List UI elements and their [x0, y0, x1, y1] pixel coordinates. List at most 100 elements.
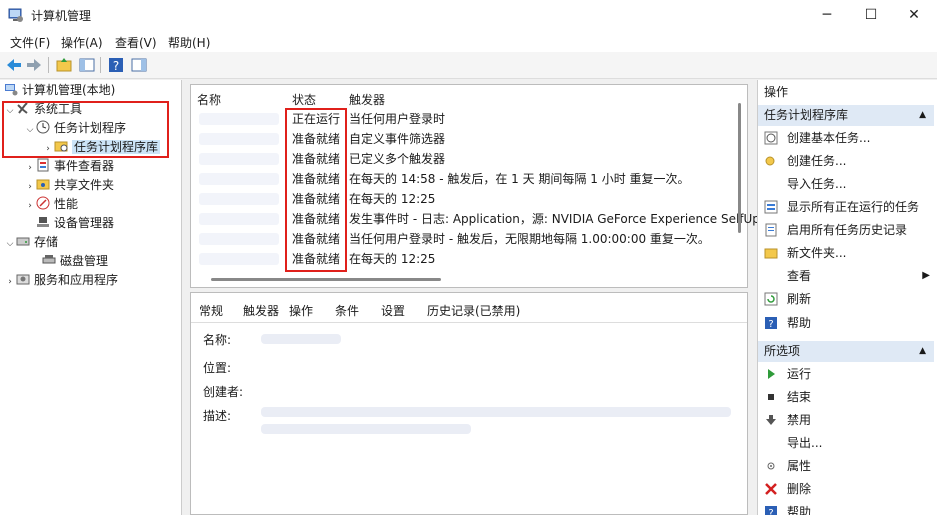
action-create-basic-task[interactable]: 创建基本任务...	[758, 128, 934, 148]
show-action-pane-icon[interactable]	[130, 56, 148, 74]
menu-bar: 文件(F) 操作(A) 查看(V) 帮助(H)	[0, 30, 937, 52]
minimize-button[interactable]: ─	[804, 0, 850, 30]
delete-icon	[765, 483, 777, 495]
forward-arrow-icon[interactable]	[25, 56, 43, 74]
action-help-selected[interactable]: ? 帮助	[758, 502, 934, 515]
stop-icon	[768, 394, 774, 400]
name-label: 名称:	[203, 333, 232, 347]
event-viewer-icon	[37, 158, 49, 172]
refresh-icon	[764, 292, 778, 306]
back-arrow-icon[interactable]	[5, 56, 23, 74]
action-delete[interactable]: 删除	[758, 479, 934, 499]
device-manager-icon	[37, 217, 49, 227]
run-icon	[768, 369, 775, 379]
svg-text:?: ?	[768, 319, 773, 330]
disk-icon	[42, 255, 56, 264]
computer-management-icon	[5, 84, 18, 96]
tree-item-shared-folders[interactable]: › 共享文件夹	[24, 176, 114, 195]
action-end[interactable]: 结束	[758, 387, 934, 407]
navigation-tree: 计算机管理(本地) ⌵ 系统工具 ⌵ 任务计划程序 › 任务计划程序库 › 事件查看器 …	[0, 80, 182, 515]
action-import-task[interactable]: 导入任务...	[758, 174, 934, 194]
section-task-library[interactable]: 任务计划程序库 ▲	[758, 105, 934, 126]
blurred-name	[199, 233, 279, 245]
blurred-value	[261, 407, 731, 417]
tab-settings[interactable]: 设置	[381, 302, 405, 319]
tab-conditions[interactable]: 条件	[335, 302, 359, 319]
history-icon	[765, 223, 777, 237]
tab-actions[interactable]: 操作	[289, 302, 313, 319]
performance-icon	[36, 196, 50, 210]
location-label: 位置:	[203, 361, 232, 375]
show-hide-tree-icon[interactable]	[78, 56, 96, 74]
tree-item-storage[interactable]: ⌵ 存储	[4, 233, 58, 252]
actions-pane: 操作 任务计划程序库 ▲ 创建基本任务... 创建任务... 导入任务... 显示…	[757, 80, 937, 515]
tab-history[interactable]: 历史记录(已禁用)	[427, 302, 520, 319]
action-show-running[interactable]: 显示所有正在运行的任务	[758, 197, 934, 217]
action-disable[interactable]: 禁用	[758, 410, 934, 430]
column-header-status[interactable]: 状态	[292, 91, 316, 108]
task-list: 名称 状态 触发器 正在运行 当任何用户登录时 准备就绪 自定义事件筛选器 准备就绪…	[190, 84, 760, 288]
action-run[interactable]: 运行	[758, 364, 934, 384]
blurred-name	[199, 113, 279, 125]
blurred-name	[199, 173, 279, 185]
collapse-icon[interactable]: ▲	[919, 341, 926, 362]
tab-triggers[interactable]: 触发器	[243, 302, 279, 319]
services-icon	[16, 274, 30, 285]
svg-text:?: ?	[768, 508, 773, 515]
tree-item-services-apps[interactable]: › 服务和应用程序	[4, 271, 118, 290]
column-header-trigger[interactable]: 触发器	[349, 91, 385, 108]
help-icon: ?	[765, 317, 777, 330]
action-new-folder[interactable]: 新文件夹...	[758, 243, 934, 263]
computer-management-icon	[8, 8, 23, 22]
collapse-icon[interactable]: ▲	[919, 105, 926, 126]
table-row[interactable]: 准备就绪 发生事件时 - 日志: Application，源: NVIDIA Ge…	[191, 209, 760, 229]
detail-tabs: 常规 触发器 操作 条件 设置 历史记录(已禁用)	[191, 293, 747, 323]
close-button[interactable]: ✕	[891, 0, 937, 30]
column-header-name[interactable]: 名称	[197, 91, 221, 108]
vertical-scrollbar[interactable]	[738, 103, 741, 233]
table-row[interactable]: 准备就绪 已定义多个触发器	[191, 149, 731, 169]
svg-text:?: ?	[113, 59, 119, 73]
action-help[interactable]: ? 帮助	[758, 313, 934, 333]
blurred-value	[261, 334, 341, 344]
tree-item-device-manager[interactable]: 设备管理器	[36, 214, 114, 233]
table-row[interactable]: 正在运行 当任何用户登录时	[191, 109, 731, 129]
tree-item-performance[interactable]: › 性能	[24, 195, 78, 214]
blurred-name	[199, 193, 279, 205]
section-selected-item[interactable]: 所选项 ▲	[758, 341, 934, 362]
menu-help[interactable]: 帮助(H)	[168, 34, 210, 51]
highlight-box	[285, 108, 347, 272]
table-row[interactable]: 准备就绪 在每天的 12:25	[191, 189, 731, 209]
action-enable-history[interactable]: 启用所有任务历史记录	[758, 220, 934, 240]
blurred-name	[199, 213, 279, 225]
chevron-right-icon[interactable]: ›	[24, 197, 36, 216]
tree-item-event-viewer[interactable]: › 事件查看器	[24, 157, 114, 176]
blurred-value	[261, 424, 471, 434]
blurred-name	[199, 133, 279, 145]
chevron-down-icon[interactable]: ⌵	[4, 235, 16, 254]
tab-general[interactable]: 常规	[199, 302, 223, 319]
menu-view[interactable]: 查看(V)	[115, 34, 157, 51]
table-row[interactable]: 准备就绪 当任何用户登录时 - 触发后，无限期地每隔 1.00:00:00 重复一…	[191, 229, 731, 249]
action-export[interactable]: 导出...	[758, 433, 934, 453]
help-icon[interactable]: ?	[107, 56, 125, 74]
table-row[interactable]: 准备就绪 在每天的 14:58 - 触发后，在 1 天 期间每隔 1 小时 重复一…	[191, 169, 731, 189]
action-view[interactable]: 查看 ▶	[758, 266, 934, 286]
menu-action[interactable]: 操作(A)	[61, 34, 103, 51]
task-detail-pane: 常规 触发器 操作 条件 设置 历史记录(已禁用) 名称: 位置: 创建者: 描…	[190, 292, 748, 515]
table-row[interactable]: 准备就绪 在每天的 12:25	[191, 249, 731, 269]
tree-item-disk-management[interactable]: 磁盘管理	[42, 252, 108, 271]
action-create-task[interactable]: 创建任务...	[758, 151, 934, 171]
horizontal-scrollbar[interactable]	[211, 278, 441, 281]
chevron-right-icon[interactable]: ›	[4, 273, 16, 292]
action-refresh[interactable]: 刷新	[758, 289, 934, 309]
action-properties[interactable]: 属性	[758, 456, 934, 476]
table-row[interactable]: 准备就绪 自定义事件筛选器	[191, 129, 731, 149]
blurred-name	[199, 253, 279, 265]
menu-file[interactable]: 文件(F)	[10, 34, 50, 51]
storage-icon	[16, 237, 30, 246]
author-label: 创建者:	[203, 385, 244, 399]
tree-root[interactable]: 计算机管理(本地)	[4, 81, 115, 100]
up-folder-icon[interactable]	[55, 56, 73, 74]
maximize-button[interactable]: ☐	[848, 0, 894, 30]
